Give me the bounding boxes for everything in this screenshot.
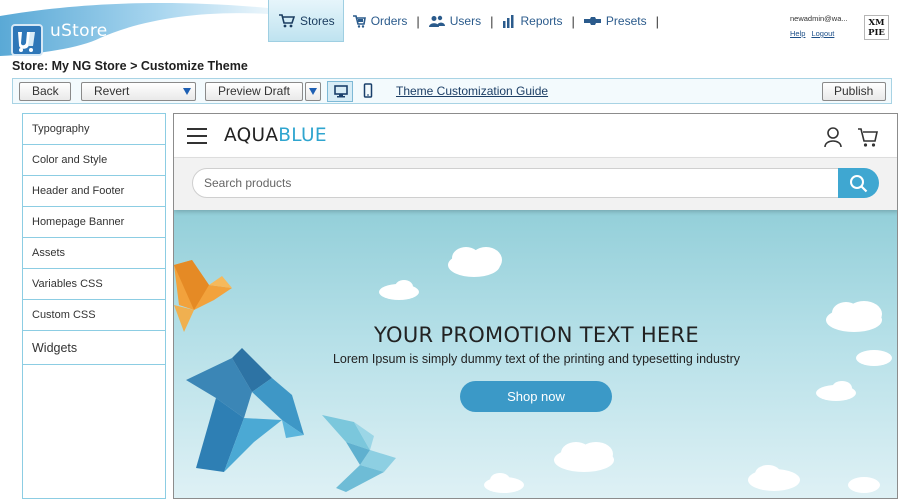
theme-guide-link[interactable]: Theme Customization Guide bbox=[396, 84, 548, 98]
user-profile-icon[interactable] bbox=[822, 126, 844, 148]
brand-accent: BLUE bbox=[278, 125, 327, 146]
nav-separator: | bbox=[571, 13, 575, 29]
publish-button[interactable]: Publish bbox=[822, 82, 886, 101]
sidebar-item-homepage-banner[interactable]: Homepage Banner bbox=[23, 207, 165, 238]
reports-icon bbox=[502, 14, 513, 28]
user-box: newadmin@wa... Help Logout bbox=[790, 14, 860, 38]
cart-icon bbox=[279, 13, 295, 27]
orders-icon bbox=[352, 15, 366, 28]
nav-orders[interactable]: Orders bbox=[344, 0, 416, 42]
back-button-label: Back bbox=[32, 84, 59, 98]
sidebar-item-typography[interactable]: Typography bbox=[23, 114, 165, 145]
sidebar-item-variables-css[interactable]: Variables CSS bbox=[23, 269, 165, 300]
chevron-down-icon bbox=[183, 88, 191, 95]
user-name: newadmin@wa... bbox=[790, 14, 848, 23]
mobile-icon bbox=[363, 83, 373, 98]
revert-label: Revert bbox=[94, 84, 130, 98]
header-swoosh bbox=[0, 2, 268, 56]
nav-presets-label: Presets bbox=[605, 14, 647, 28]
store-brand[interactable]: AQUABLUE bbox=[224, 125, 327, 146]
preview-header: AQUABLUE bbox=[174, 114, 897, 158]
main-nav: Stores Orders | Users | Reports | Preset… bbox=[268, 0, 660, 42]
search-button[interactable] bbox=[838, 168, 879, 198]
customize-sidebar: Typography Color and Style Header and Fo… bbox=[22, 113, 166, 499]
nav-orders-label: Orders bbox=[370, 14, 408, 28]
mobile-view-button[interactable] bbox=[355, 81, 381, 102]
shopping-cart-icon[interactable] bbox=[857, 126, 879, 148]
ustore-logo-icon bbox=[18, 32, 35, 52]
nav-stores[interactable]: Stores bbox=[268, 0, 344, 42]
desktop-view-button[interactable] bbox=[327, 81, 353, 102]
sidebar-item-header-footer[interactable]: Header and Footer bbox=[23, 176, 165, 207]
preview-search-bar bbox=[174, 158, 897, 210]
help-link[interactable]: Help bbox=[790, 29, 805, 38]
ustore-logo[interactable] bbox=[11, 24, 43, 56]
xmpie-logo-text: XM PIE bbox=[868, 18, 885, 38]
preview-draft-options[interactable] bbox=[305, 82, 321, 101]
sidebar-item-assets[interactable]: Assets bbox=[23, 238, 165, 269]
nav-presets[interactable]: Presets bbox=[576, 0, 655, 42]
revert-dropdown[interactable]: Revert bbox=[81, 82, 196, 101]
homepage-banner: YOUR PROMOTION TEXT HERE Lorem Ipsum is … bbox=[174, 210, 897, 498]
nav-reports-label: Reports bbox=[520, 14, 563, 28]
promo-subtitle: Lorem Ipsum is simply dummy text of the … bbox=[332, 352, 741, 366]
store-preview: AQUABLUE Search products YOUR PROMOTION … bbox=[173, 113, 898, 499]
promo-title: YOUR PROMOTION TEXT HERE bbox=[374, 323, 699, 347]
nav-separator: | bbox=[490, 13, 494, 29]
nav-separator: | bbox=[416, 13, 420, 29]
back-button[interactable]: Back bbox=[19, 82, 71, 101]
nav-stores-label: Stores bbox=[300, 13, 335, 28]
preview-draft-button[interactable]: Preview Draft bbox=[205, 82, 303, 101]
nav-reports[interactable]: Reports bbox=[495, 0, 571, 42]
chevron-down-icon bbox=[309, 88, 317, 95]
publish-label: Publish bbox=[834, 84, 874, 98]
preview-draft-label: Preview Draft bbox=[218, 84, 291, 98]
sidebar-item-custom-css[interactable]: Custom CSS bbox=[23, 300, 165, 331]
sidebar-item-color-style[interactable]: Color and Style bbox=[23, 145, 165, 176]
search-icon bbox=[850, 175, 868, 193]
xmpie-logo: XM PIE bbox=[864, 15, 889, 40]
shop-now-button[interactable]: Shop now bbox=[460, 381, 612, 412]
search-input[interactable] bbox=[192, 168, 840, 198]
breadcrumb: Store: My NG Store > Customize Theme bbox=[12, 59, 248, 73]
brand-dark: AQUA bbox=[224, 125, 279, 146]
logout-link[interactable]: Logout bbox=[811, 29, 834, 38]
hamburger-menu-icon[interactable] bbox=[187, 128, 207, 144]
top-header: uStore Stores Orders | Users | Reports |… bbox=[0, 0, 898, 58]
nav-users-label: Users bbox=[449, 14, 482, 28]
nav-users[interactable]: Users bbox=[421, 0, 489, 42]
nav-separator: | bbox=[655, 13, 659, 29]
presets-icon bbox=[583, 17, 601, 25]
users-icon bbox=[428, 15, 445, 27]
logo-text: uStore bbox=[50, 21, 108, 41]
sidebar-item-widgets[interactable]: Widgets bbox=[23, 331, 165, 365]
desktop-icon bbox=[334, 85, 348, 98]
theme-toolbar: Back Revert Preview Draft Theme Customiz… bbox=[12, 78, 892, 104]
